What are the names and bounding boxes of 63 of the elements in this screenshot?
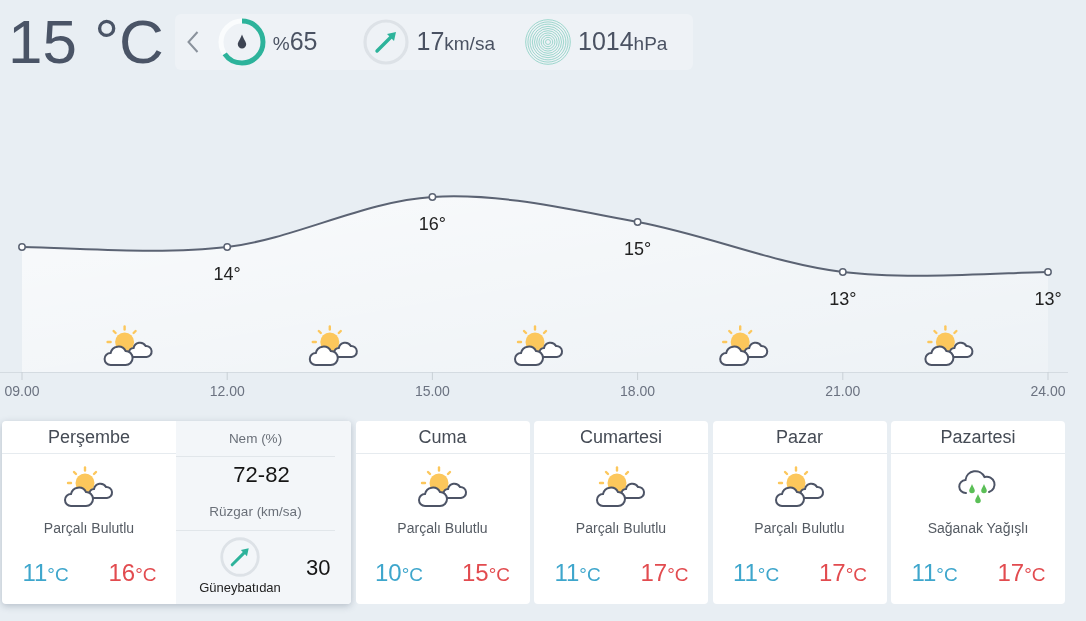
wind-speed: 30 [306, 554, 331, 581]
sun-with-clouds-icon [719, 325, 769, 366]
drop-icon [237, 34, 246, 48]
condition-text: Parçalı Bulutlu [575, 520, 667, 537]
low-temperature: 11°C [22, 559, 69, 588]
axis-label: 21.00 [825, 383, 861, 399]
data-label: 13° [829, 289, 857, 309]
day-card[interactable]: Pazar Parçalı Bulutlu 11°C 17°C [712, 421, 887, 604]
day-name: Cumartesi [534, 421, 708, 454]
sun-with-clouds-icon [417, 466, 468, 508]
data-point [633, 218, 642, 226]
axis-label: 15.00 [414, 383, 450, 399]
axis-label: 09.00 [4, 383, 40, 399]
day-name: Pazar [712, 421, 887, 454]
low-temperature: 11°C [911, 559, 958, 588]
condition-text: Sağanak Yağışlı [927, 520, 1029, 537]
high-temperature: 17°C [819, 559, 867, 588]
day-card[interactable]: Perşembe Parçalı Bulutlu 11°C 16°C Nem (%) 72-82 Rüzgar (km/sa) Güneybatıdan 30 [2, 421, 351, 604]
axis-label: 24.00 [1030, 383, 1066, 399]
sun-with-clouds-icon [596, 466, 646, 508]
axis-label: 12.00 [209, 383, 245, 399]
data-label: 14° [213, 264, 241, 284]
condition-text: Parçalı Bulutlu [754, 520, 845, 537]
sun-with-clouds-icon [308, 325, 358, 366]
data-label: 13° [1034, 289, 1062, 309]
wind-reading: 17km/sa [416, 27, 495, 56]
high-temperature: 17°C [640, 559, 689, 588]
low-temperature: 11°C [732, 559, 780, 588]
chevron-left-icon [186, 30, 199, 53]
pressure-reading: 1014hPa [578, 27, 668, 56]
pressure-rings-icon [525, 18, 571, 65]
high-temperature: 16°C [108, 559, 157, 588]
sun-with-clouds-icon [924, 325, 974, 366]
sun-with-clouds-icon [103, 325, 153, 366]
day-name: Pazartesi [891, 421, 1065, 454]
day-name: Cuma [355, 421, 530, 454]
data-point [223, 243, 232, 251]
sun-with-clouds-icon [64, 466, 114, 508]
humidity-range: 72-82 [232, 461, 291, 489]
sun-with-clouds-icon [774, 466, 825, 508]
wind-label: Rüzgar (km/sa) [176, 493, 335, 531]
sun-with-clouds-icon [514, 325, 563, 366]
axis-label: 18.00 [620, 383, 656, 399]
high-temperature: 17°C [997, 559, 1046, 588]
data-point [18, 243, 26, 251]
condition-text: Parçalı Bulutlu [43, 520, 135, 537]
data-label: 16° [418, 214, 446, 234]
data-point [838, 268, 847, 276]
condition-text: Parçalı Bulutlu [397, 520, 488, 537]
rain-cloud-icon [958, 469, 998, 505]
data-label: 15° [624, 239, 652, 259]
wind-direction: Güneybatıdan [199, 580, 281, 596]
data-point [1044, 268, 1052, 276]
low-temperature: 11°C [554, 559, 601, 588]
day-card[interactable]: Pazartesi Sağanak Yağışlı 11°C 17°C [891, 421, 1065, 604]
day-card[interactable]: Cuma Parçalı Bulutlu 10°C 15°C [355, 421, 530, 604]
humidity-reading: %65 [272, 27, 318, 56]
humidity-label: Nem (%) [176, 421, 335, 457]
low-temperature: 10°C [375, 559, 423, 588]
data-point [428, 193, 437, 201]
current-temperature: 15 °C [8, 13, 164, 70]
high-temperature: 15°C [462, 559, 510, 588]
day-card[interactable]: Cumartesi Parçalı Bulutlu 11°C 17°C [534, 421, 708, 604]
